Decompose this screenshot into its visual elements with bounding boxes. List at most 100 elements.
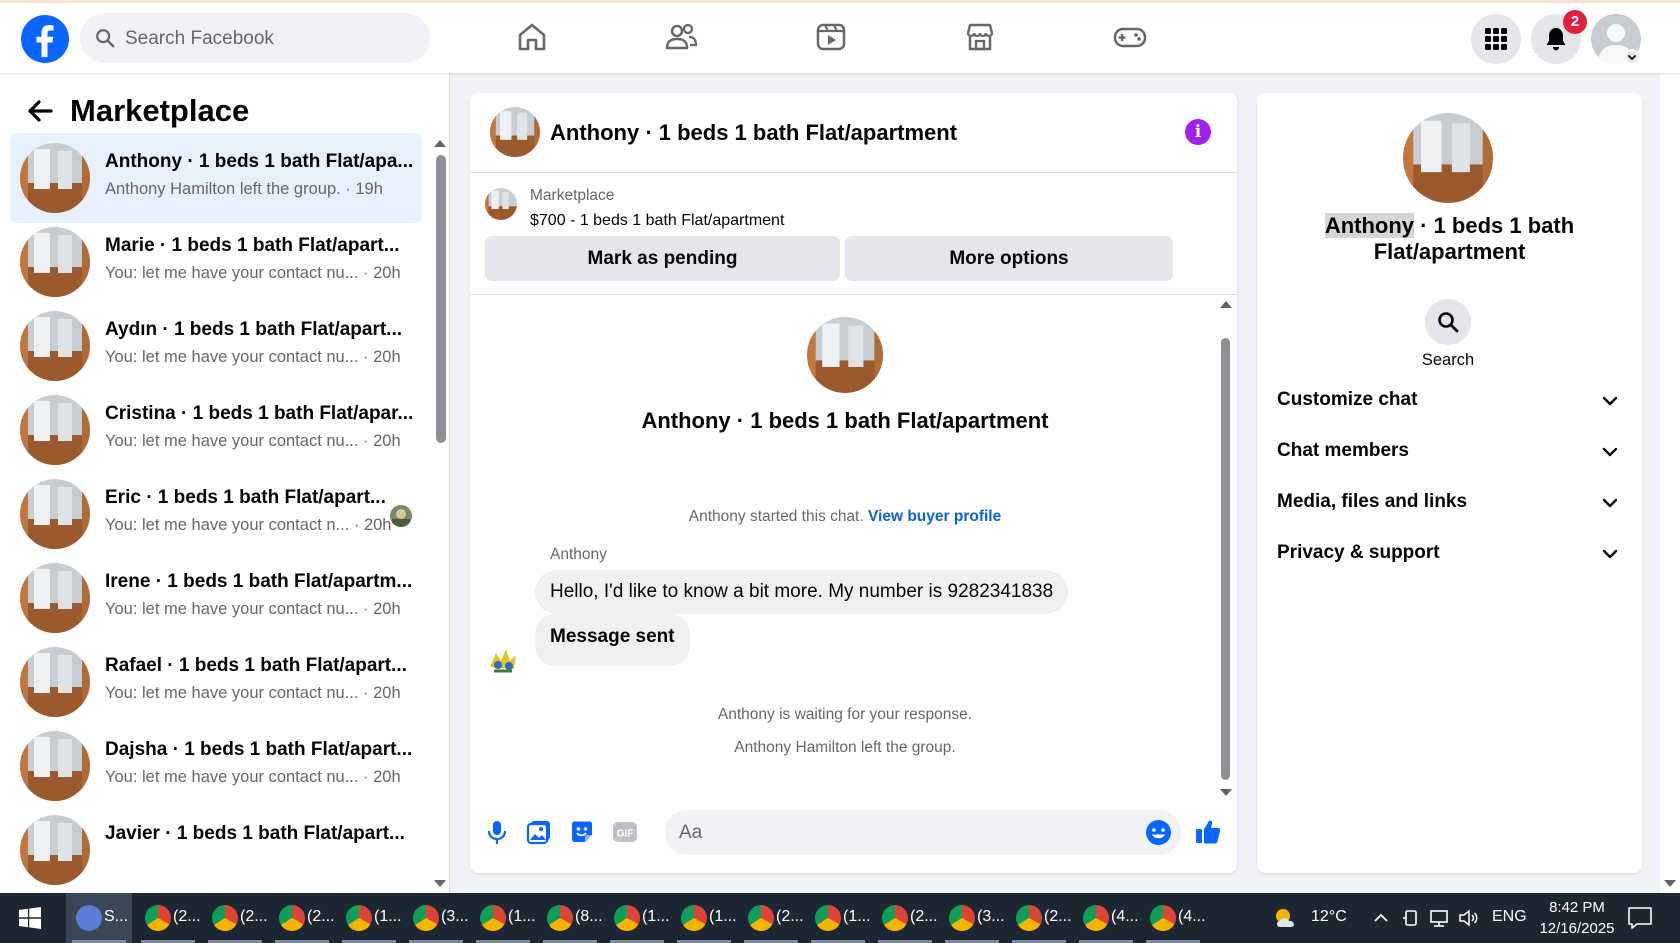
gif-icon[interactable]: GIF [611,818,639,846]
scroll-down-arrow-icon[interactable] [434,880,446,887]
scroll-up-arrow-icon[interactable] [434,140,446,147]
message-bubble[interactable]: Message sent [535,614,690,666]
taskbar-app-chrome[interactable]: (1... [470,893,536,943]
page-scroll-down-arrow-icon[interactable] [1664,880,1676,887]
conversation-item-anthony[interactable]: Anthony · 1 beds 1 bath Flat/apa... Anth… [10,133,422,223]
chat-started-text: Anthony started this chat. [688,508,864,525]
sticker-icon[interactable] [568,818,596,846]
windows-start-icon[interactable] [18,906,42,930]
taskbar-app-chrome[interactable]: (2... [202,893,268,943]
listing-mini-thumbnail[interactable] [485,188,517,220]
chat-scroll-down-arrow-icon[interactable] [1220,789,1232,796]
chat-scroll-up-arrow-icon[interactable] [1220,301,1232,308]
sender-avatar-icon[interactable] [486,641,520,675]
network-icon[interactable] [1428,907,1450,929]
marketplace-icon[interactable] [962,19,998,55]
conversation-item-eric[interactable]: Eric · 1 beds 1 bath Flat/apart... You: … [10,469,422,559]
chat-header-title[interactable]: Anthony · 1 beds 1 bath Flat/apartment [550,120,957,146]
notification-center-icon[interactable] [1627,906,1653,930]
taskbar-app-chrome[interactable]: (3... [939,893,1005,943]
section-label: Media, files and links [1277,491,1468,512]
svg-text:GIF: GIF [617,829,634,840]
listing-thumbnail [20,311,90,381]
listing-thumbnail [20,227,90,297]
page-scrollbar[interactable] [1660,0,1680,893]
taskbar-app-chrome[interactable]: (1... [604,893,670,943]
back-arrow-icon[interactable] [26,97,54,125]
device-icon[interactable] [1400,907,1422,929]
chrome-icon [681,905,707,931]
taskbar-app-chrome[interactable]: (2... [738,893,804,943]
taskbar-app-chrome[interactable]: (1... [336,893,402,943]
conversation-item-marie[interactable]: Marie · 1 beds 1 bath Flat/apart... You:… [10,217,422,307]
taskbar-app-chrome[interactable]: (1... [671,893,737,943]
taskbar-app-chrome[interactable]: (4... [1073,893,1139,943]
microphone-icon[interactable] [483,818,511,846]
conversation-item-irene[interactable]: Irene · 1 beds 1 bath Flat/apartm... You… [10,553,422,643]
thread-listing-avatar [807,317,883,393]
taskbar-app-snipping[interactable]: S... [66,893,132,943]
info-icon[interactable]: i [1185,119,1211,145]
taskbar-app-label: (1... [374,908,402,925]
conversation-item-javier[interactable]: Javier · 1 beds 1 bath Flat/apart... [10,805,422,893]
media-files-links-section[interactable]: Media, files and links [1277,477,1622,527]
conversation-title: Aydın · 1 beds 1 bath Flat/apart... [105,319,403,340]
listing-thumbnail [20,815,90,885]
chat-listing-avatar[interactable] [490,107,540,157]
volume-icon[interactable] [1457,907,1479,929]
mark-as-pending-button[interactable]: Mark as pending [485,236,840,281]
listing-price-description[interactable]: $700 - 1 beds 1 bath Flat/apartment [530,212,784,230]
conversation-title: Irene · 1 beds 1 bath Flat/apartm... [105,571,413,592]
sidebar-scrollbar-thumb[interactable] [436,155,446,443]
conversation-item-cristina[interactable]: Cristina · 1 beds 1 bath Flat/apar... Yo… [10,385,422,475]
conversation-item-aydin[interactable]: Aydın · 1 beds 1 bath Flat/apart... You:… [10,301,422,391]
taskbar-app-chrome[interactable]: (2... [269,893,335,943]
chat-scrollbar-thumb[interactable] [1221,338,1230,780]
taskbar-app-label: (8... [575,908,603,925]
taskbar-app-chrome[interactable]: (1... [805,893,871,943]
notifications-count-badge: 2 [1563,10,1587,34]
taskbar-app-chrome[interactable]: (4... [1140,893,1206,943]
search-facebook-input[interactable]: Search Facebook [80,13,430,63]
message-input[interactable]: Aa [665,810,1181,855]
chrome-icon [279,905,305,931]
chat-panel: Anthony · 1 beds 1 bath Flat/apartment i… [470,93,1237,873]
taskbar-app-chrome[interactable]: (2... [872,893,938,943]
weather-cloud-sun-icon[interactable] [1272,907,1302,929]
chrome-icon [212,905,238,931]
conversation-item-rafael[interactable]: Rafael · 1 beds 1 bath Flat/apart... You… [10,637,422,727]
view-buyer-profile-link[interactable]: View buyer profile [868,508,1001,525]
taskbar-app-chrome[interactable]: (2... [1006,893,1072,943]
weather-temperature[interactable]: 12°C [1311,908,1347,926]
photo-icon[interactable] [525,818,553,846]
thumbs-up-icon[interactable] [1194,818,1222,846]
message-bubble[interactable]: Hello, I'd like to know a bit more. My n… [535,570,1069,614]
gaming-icon[interactable] [1112,19,1148,55]
home-icon[interactable] [514,19,550,55]
waiting-notice: Anthony is waiting for your response. [717,706,973,723]
taskbar-app-chrome[interactable]: (8... [537,893,603,943]
emoji-icon[interactable] [1145,819,1172,846]
taskbar-app-label: (2... [910,908,938,925]
customize-chat-section[interactable]: Customize chat [1277,375,1622,425]
chat-members-section[interactable]: Chat members [1277,426,1622,476]
conversation-preview: You: let me have your contact nu... · 20… [105,264,401,282]
conversation-item-dajsha[interactable]: Dajsha · 1 beds 1 bath Flat/apart... You… [10,721,422,811]
taskbar-app-label: (2... [240,908,268,925]
video-icon[interactable] [813,19,849,55]
taskbar-app-chrome[interactable]: (2... [135,893,201,943]
input-language[interactable]: ENG [1492,908,1527,926]
privacy-support-section[interactable]: Privacy & support [1277,528,1622,578]
seen-avatar-icon [390,505,412,527]
menu-grid-button[interactable] [1471,14,1521,64]
taskbar-app-chrome[interactable]: (3... [403,893,469,943]
search-in-conversation-button[interactable] [1425,299,1471,345]
taskbar-app-label: (4... [1178,908,1206,925]
chevron-up-icon[interactable] [1370,907,1392,929]
system-clock[interactable]: 8:42 PM 12/16/2025 [1532,897,1622,939]
facebook-logo-icon[interactable] [20,14,70,64]
account-chevron-down-icon[interactable] [1624,49,1640,65]
chrome-icon [1016,905,1042,931]
friends-icon[interactable] [663,19,699,55]
more-options-button[interactable]: More options [845,236,1173,281]
